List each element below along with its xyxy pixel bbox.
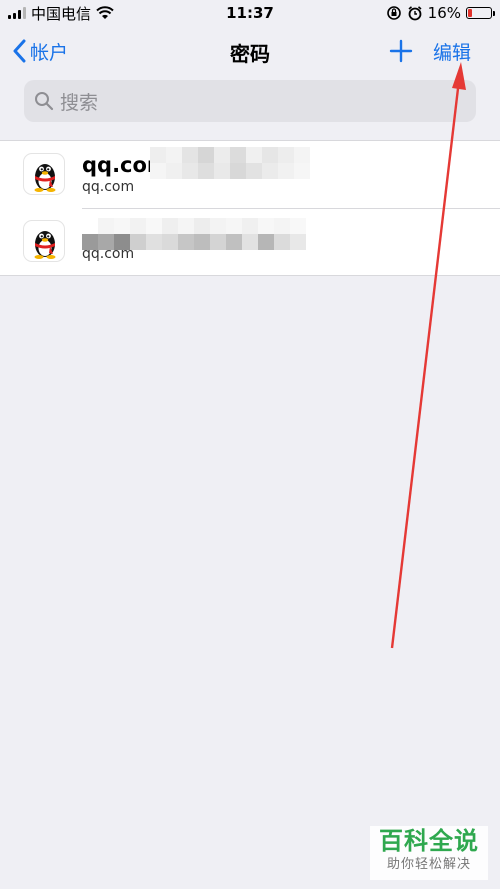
password-list: qq.com qq.com qq.com — [0, 140, 500, 276]
edit-button[interactable]: 编辑 — [433, 38, 471, 65]
annotation-arrow — [390, 62, 466, 649]
redacted-account-name — [82, 218, 306, 234]
account-website: qq.com — [82, 246, 135, 262]
qq-penguin-icon — [23, 220, 65, 262]
rotation-lock-icon — [386, 6, 401, 20]
battery-icon — [466, 7, 495, 19]
wifi-icon — [96, 6, 114, 19]
search-placeholder: 搜索 — [60, 91, 99, 114]
search-input[interactable]: 搜索 — [24, 80, 476, 122]
alarm-icon — [408, 6, 422, 21]
plus-icon — [389, 39, 413, 63]
battery-percent: 16% — [427, 4, 461, 22]
watermark-subtitle: 助你轻松解决 — [386, 857, 471, 872]
navigation-bar: 帐户 密码 编辑 — [0, 26, 500, 76]
status-left: 中国电信 — [8, 3, 114, 24]
account-row[interactable]: qq.com qq.com — [0, 141, 500, 208]
carrier-label: 中国电信 — [31, 4, 92, 23]
watermark-title: 百科全说 — [379, 827, 479, 855]
account-website: qq.com — [82, 179, 135, 195]
page-title: 密码 — [230, 42, 270, 66]
redacted-username — [150, 147, 310, 163]
redacted-username — [150, 163, 310, 179]
status-bar: 中国电信 11:37 16% — [0, 0, 500, 26]
qq-penguin-icon — [23, 153, 65, 195]
cellular-signal-icon — [8, 7, 26, 19]
battery-level-fill — [468, 9, 472, 17]
watermark-logo: 百科全说 助你轻松解决 — [370, 826, 488, 880]
add-button[interactable] — [386, 34, 416, 68]
account-row[interactable]: qq.com — [0, 208, 500, 275]
status-right: 16% — [386, 4, 495, 22]
search-icon — [35, 92, 54, 111]
